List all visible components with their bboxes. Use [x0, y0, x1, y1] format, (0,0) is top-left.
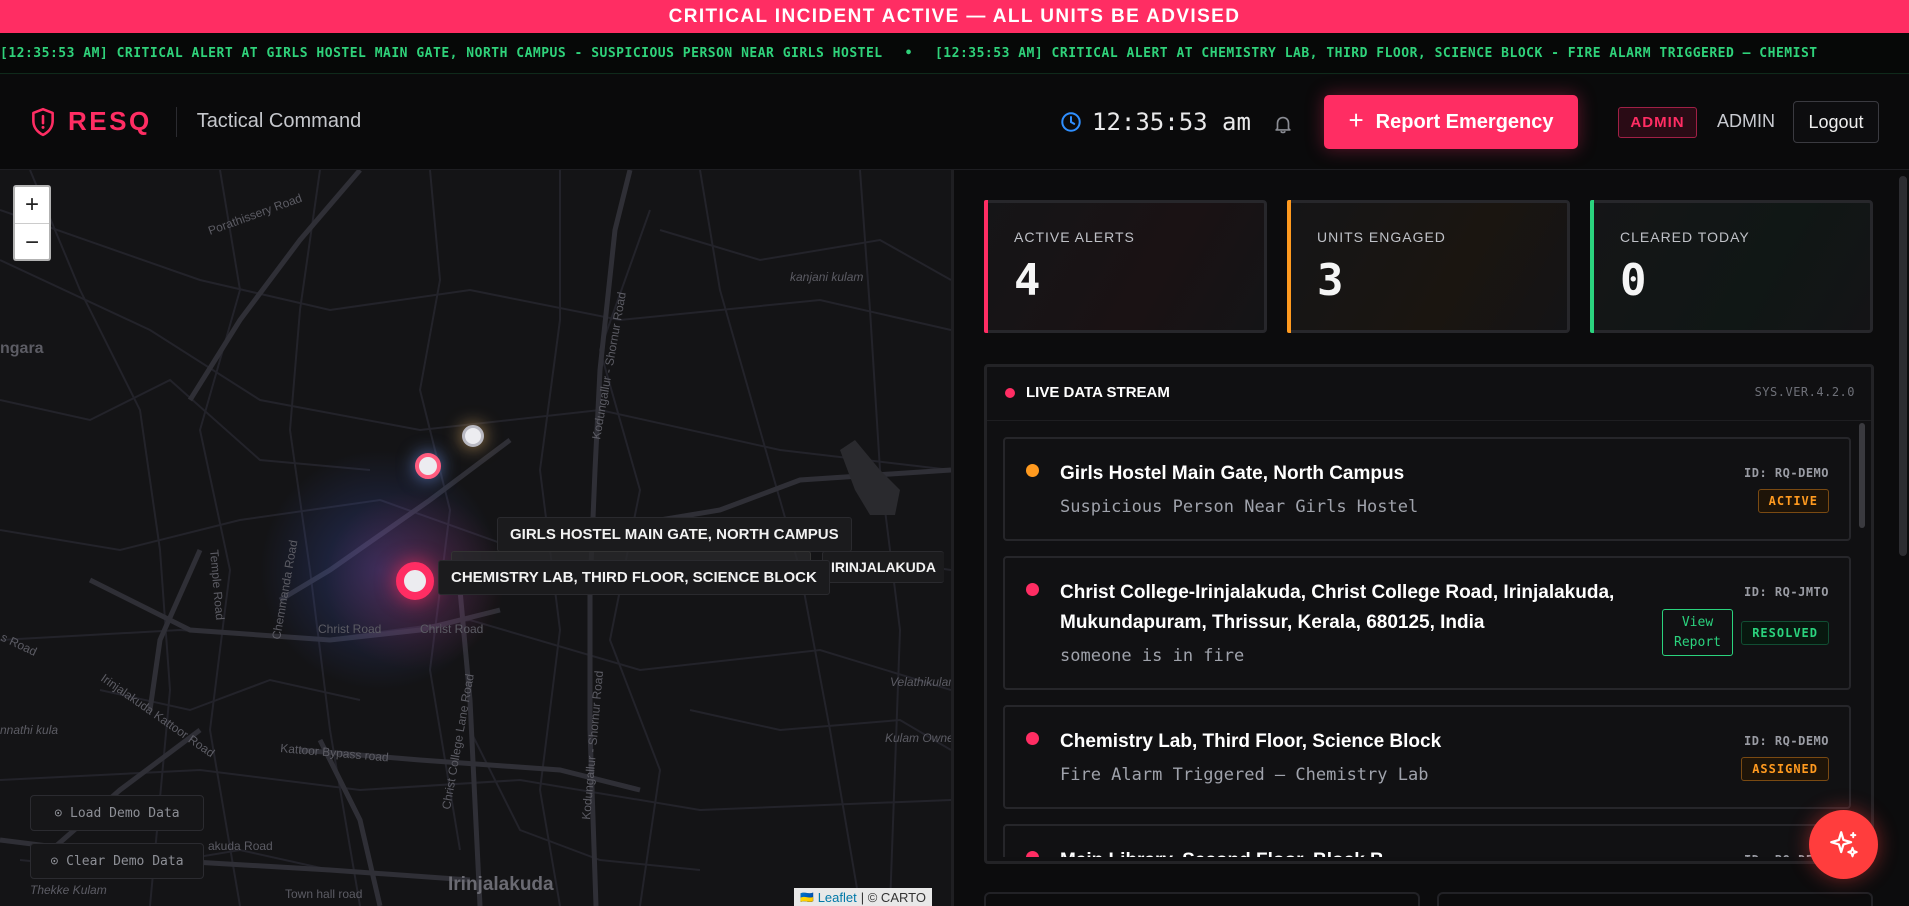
- alert-ticker: [12:35:53 AM] CRITICAL ALERT AT GIRLS HO…: [0, 33, 1909, 74]
- incident-marker[interactable]: [415, 453, 441, 479]
- stat-active-alerts: ACTIVE ALERTS 4: [984, 200, 1267, 333]
- stream-header: LIVE DATA STREAM SYS.VER.4.2.0: [987, 367, 1871, 421]
- incident-id: ID: RQ-DEMO: [1744, 466, 1829, 480]
- stream-title: LIVE DATA STREAM: [1026, 384, 1170, 401]
- stat-label: ACTIVE ALERTS: [1014, 229, 1135, 245]
- zoom-out-button[interactable]: −: [15, 224, 49, 261]
- status-dot: [1026, 464, 1039, 477]
- clock-icon: [1061, 112, 1081, 132]
- incident-id: ID: RQ-DEMO: [1744, 734, 1829, 748]
- panel-scrollbar[interactable]: [1899, 176, 1907, 556]
- incident-description: Suspicious Person Near Girls Hostel: [1060, 497, 1419, 517]
- status-dot: [1026, 851, 1039, 857]
- incident-description: someone is in fire: [1060, 646, 1245, 666]
- stat-value: 0: [1620, 255, 1647, 306]
- status-dot: [1026, 732, 1039, 745]
- ticker-separator: •: [904, 46, 913, 61]
- role-badge: ADMIN: [1618, 107, 1697, 138]
- plus-icon: +: [1348, 105, 1364, 135]
- leaflet-link[interactable]: Leaflet: [818, 890, 857, 905]
- status-badge: RESOLVED: [1741, 621, 1829, 645]
- place-label: akuda Road: [208, 839, 273, 853]
- incident-card[interactable]: Girls Hostel Main Gate, North Campus Sus…: [1003, 437, 1851, 541]
- stat-accent: [984, 200, 988, 333]
- incident-location: Girls Hostel Main Gate, North Campus: [1060, 463, 1405, 484]
- brand-divider: [175, 106, 177, 137]
- live-indicator-dot: [1005, 388, 1015, 398]
- stat-accent: [1287, 200, 1291, 333]
- report-emergency-label: Report Emergency: [1375, 110, 1554, 133]
- system-version: SYS.VER.4.2.0: [1754, 385, 1855, 399]
- incident-marker[interactable]: [462, 425, 484, 447]
- user-name: ADMIN: [1717, 111, 1775, 131]
- ticker-item: [12:35:53 AM] CRITICAL ALERT AT GIRLS HO…: [0, 46, 883, 61]
- banner-text: CRITICAL INCIDENT ACTIVE — ALL UNITS BE …: [668, 5, 1241, 27]
- clear-demo-button[interactable]: ⊙ Clear Demo Data: [30, 843, 204, 879]
- critical-banner: CRITICAL INCIDENT ACTIVE — ALL UNITS BE …: [0, 0, 1909, 33]
- incident-card[interactable]: Chemistry Lab, Third Floor, Science Bloc…: [1003, 705, 1851, 809]
- place-label: ngara: [0, 340, 44, 357]
- place-label: Thekke Kulam: [30, 883, 107, 897]
- ai-assistant-button[interactable]: [1809, 810, 1878, 879]
- stat-value: 4: [1014, 255, 1041, 306]
- incident-card[interactable]: Christ College-Irinjalakuda, Christ Coll…: [1003, 556, 1851, 690]
- place-label: Town hall road: [285, 887, 362, 901]
- marker-label-hostel: GIRLS HOSTEL MAIN GATE, NORTH CAMPUS: [497, 517, 852, 552]
- incident-map[interactable]: Porathissery Road kanjani kulam ngara Ko…: [0, 170, 951, 906]
- map-attribution: 🇺🇦 Leaflet | © CARTO: [794, 888, 932, 906]
- brand[interactable]: RESQ Tactical Command: [30, 106, 361, 137]
- incident-location: Main Library, Second Floor, Block B: [1060, 846, 1650, 857]
- stat-value: 3: [1317, 255, 1344, 306]
- live-data-stream: LIVE DATA STREAM SYS.VER.4.2.0 Girls Hos…: [984, 364, 1874, 864]
- zoom-control: + −: [13, 185, 51, 261]
- incident-list[interactable]: Girls Hostel Main Gate, North Campus Sus…: [1003, 437, 1851, 857]
- stream-scrollbar[interactable]: [1859, 423, 1865, 528]
- report-emergency-button[interactable]: + Report Emergency: [1324, 95, 1578, 149]
- place-label: Irinjalakuda: [448, 874, 554, 895]
- place-label: Kulam Owned by Kumaranchery Poulose: [885, 731, 951, 745]
- incident-marker[interactable]: [396, 562, 434, 600]
- status-dot: [1026, 583, 1039, 596]
- sparkles-icon: [1829, 830, 1858, 857]
- top-header: RESQ Tactical Command 12:35:53 am + Repo…: [0, 75, 1909, 170]
- place-label: kanjani kulam: [790, 270, 863, 284]
- right-panel: ACTIVE ALERTS 4 UNITS ENGAGED 3 CLEARED …: [954, 170, 1909, 906]
- bottom-card: [984, 892, 1420, 906]
- incident-description: Fire Alarm Triggered — Chemistry Lab: [1060, 765, 1429, 785]
- status-badge: ACTIVE: [1757, 489, 1829, 513]
- brand-name: RESQ: [68, 106, 152, 136]
- incident-id: ID: RQ-JMTO: [1744, 585, 1829, 599]
- bell-icon[interactable]: [1272, 112, 1294, 136]
- bottom-card: [1437, 892, 1873, 906]
- logout-button[interactable]: Logout: [1793, 101, 1879, 143]
- ukraine-flag-icon: 🇺🇦: [800, 891, 814, 904]
- place-label: nnathi kula: [0, 723, 58, 737]
- stat-label: UNITS ENGAGED: [1317, 229, 1446, 245]
- brand-subtitle: Tactical Command: [196, 110, 362, 132]
- stat-cleared-today: CLEARED TODAY 0: [1590, 200, 1873, 333]
- clock-time: 12:35:53 am: [1092, 108, 1251, 136]
- marker-label-irinjalakuda: IRINJALAKUDA: [822, 551, 944, 583]
- stat-label: CLEARED TODAY: [1620, 229, 1750, 245]
- shield-alert-icon: [32, 107, 54, 136]
- load-demo-button[interactable]: ⊙ Load Demo Data: [30, 795, 204, 831]
- incident-location: Christ College-Irinjalakuda, Christ Coll…: [1060, 582, 1615, 633]
- zoom-in-button[interactable]: +: [15, 187, 49, 224]
- stat-accent: [1590, 200, 1594, 333]
- place-label: Christ Road: [318, 622, 381, 636]
- place-label: Christ Road: [420, 622, 483, 636]
- marker-label-chem: CHEMISTRY LAB, THIRD FLOOR, SCIENCE BLOC…: [438, 560, 830, 595]
- carto-attribution: | © CARTO: [860, 889, 926, 905]
- incident-card[interactable]: Main Library, Second Floor, Block B ID: …: [1003, 824, 1851, 857]
- clock: 12:35:53 am: [1060, 108, 1251, 136]
- place-label: Velathikulam: [890, 675, 951, 689]
- view-report-button[interactable]: View Report: [1662, 609, 1733, 656]
- incident-location: Chemistry Lab, Third Floor, Science Bloc…: [1060, 731, 1442, 752]
- ticker-item: [12:35:53 AM] CRITICAL ALERT AT CHEMISTR…: [934, 46, 1818, 61]
- status-badge: ASSIGNED: [1741, 757, 1829, 781]
- stat-units-engaged: UNITS ENGAGED 3: [1287, 200, 1570, 333]
